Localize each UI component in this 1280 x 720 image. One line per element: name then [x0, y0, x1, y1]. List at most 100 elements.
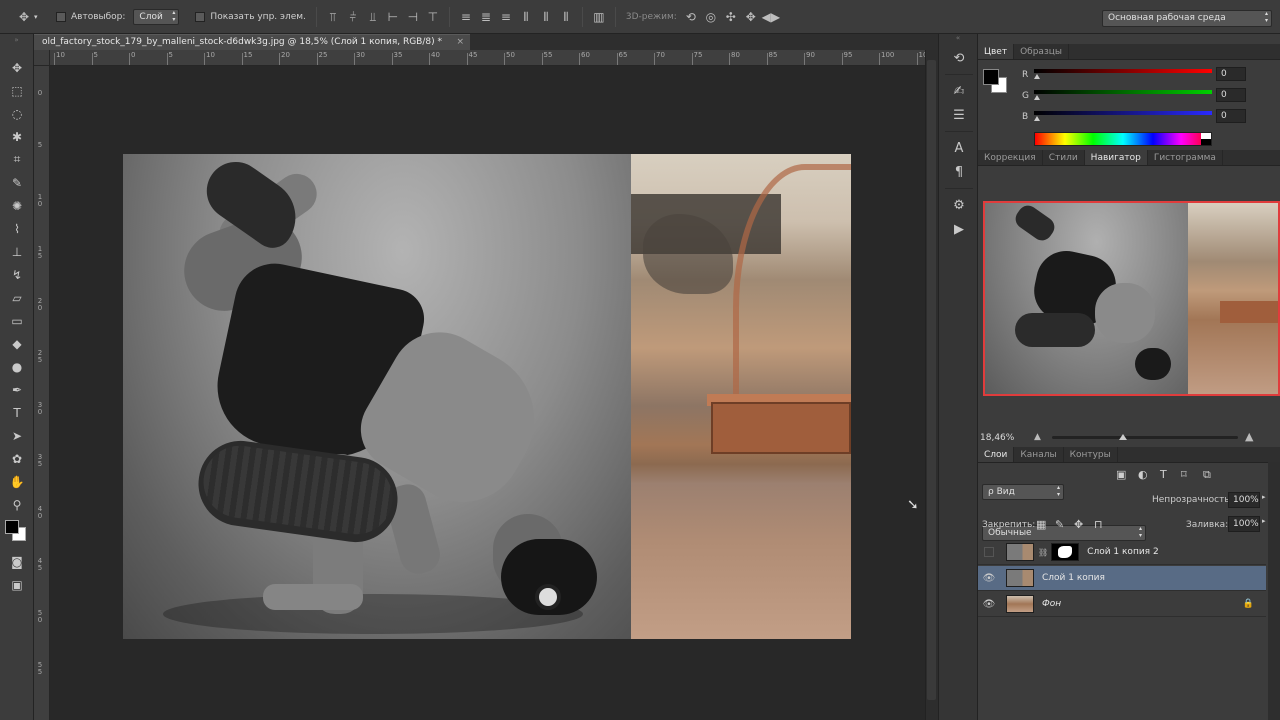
rotate-3d-icon[interactable]: ⟲ — [681, 8, 701, 26]
g-slider-knob[interactable] — [1034, 95, 1040, 100]
opacity-arrow-icon[interactable]: ▸ — [1262, 493, 1266, 501]
filter-adjust-icon[interactable]: ◐ — [1138, 468, 1148, 481]
screen-mode-button[interactable]: ▣ — [0, 573, 34, 596]
zoom-in-icon[interactable]: ▲ — [1245, 430, 1253, 443]
drag-3d-icon[interactable]: ✣ — [721, 8, 741, 26]
layer-filter-dropdown[interactable]: ρ Вид — [982, 484, 1064, 500]
show-controls-checkbox[interactable] — [195, 11, 206, 22]
properties-panel-button[interactable]: ⚙ — [939, 193, 979, 217]
healing-tool[interactable]: ✺ — [0, 194, 34, 217]
lock-pixels-icon[interactable]: ✎ — [1055, 518, 1064, 531]
filter-type-icon[interactable]: T — [1160, 468, 1167, 481]
dodge-tool[interactable]: ● — [0, 355, 34, 378]
eraser-tool[interactable]: ▱ — [0, 286, 34, 309]
b-value[interactable]: 0 — [1216, 109, 1246, 123]
layer-row[interactable]: ⛓ Слой 1 копия 2 — [978, 540, 1266, 565]
blur-tool[interactable]: ◆ — [0, 332, 34, 355]
zoom-out-icon[interactable]: ▲ — [1034, 432, 1041, 442]
tab-layers[interactable]: Слои — [978, 447, 1015, 462]
layer-row-selected[interactable]: 👁 Слой 1 копия — [978, 566, 1266, 591]
lock-position-icon[interactable]: ✥ — [1074, 518, 1083, 531]
filter-shape-icon[interactable]: ⌑ — [1181, 468, 1187, 481]
eye-icon[interactable]: 👁 — [978, 573, 1000, 584]
filter-pixel-icon[interactable]: ▣ — [1116, 468, 1126, 481]
navigator-zoom-knob[interactable] — [1119, 434, 1127, 440]
align-bottom-icon[interactable]: ⫫ — [363, 8, 383, 26]
move-tool-preset[interactable]: ✥ ▾ — [0, 0, 56, 34]
quick-select-tool[interactable]: ✱ — [0, 125, 34, 148]
layer-name[interactable]: Слой 1 копия 2 — [1087, 547, 1159, 557]
lasso-tool[interactable]: ◌ — [0, 102, 34, 125]
g-value[interactable]: 0 — [1216, 88, 1246, 102]
scale-3d-icon[interactable]: ◀▶ — [761, 8, 781, 26]
r-slider-knob[interactable] — [1034, 74, 1040, 79]
brush-tool[interactable]: ⌇ — [0, 217, 34, 240]
tab-paths[interactable]: Контуры — [1064, 447, 1118, 462]
shape-tool[interactable]: ✿ — [0, 447, 34, 470]
auto-align-icon[interactable]: ▥ — [589, 8, 609, 26]
fill-arrow-icon[interactable]: ▸ — [1262, 517, 1266, 525]
tab-styles[interactable]: Стили — [1043, 150, 1085, 165]
b-slider[interactable] — [1034, 111, 1212, 115]
tab-channels[interactable]: Каналы — [1014, 447, 1064, 462]
zoom-tool[interactable]: ⚲ — [0, 493, 34, 516]
navigator-zoom-slider[interactable] — [1052, 436, 1238, 439]
color-swatches[interactable] — [0, 516, 34, 550]
close-tab-button[interactable]: × — [456, 35, 464, 50]
move-tool[interactable]: ✥ — [0, 56, 34, 79]
toolbar-grip[interactable]: » — [0, 34, 33, 56]
document-image[interactable] — [123, 154, 851, 639]
navigator-preview[interactable] — [983, 201, 1280, 396]
lock-all-icon[interactable]: ⊓ — [1094, 518, 1103, 531]
distribute-vcenter-icon[interactable]: ≣ — [476, 8, 496, 26]
ruler-horizontal[interactable]: 10 5 0 5 10 15 20 25 30 35 40 45 50 55 60 65 70 75 80 85 90 9… — [50, 50, 925, 66]
distribute-hcenter-icon[interactable]: ⦀ — [536, 8, 556, 26]
layers-scrollbar[interactable] — [1268, 462, 1280, 720]
layer-mask-thumbnail[interactable] — [1051, 543, 1080, 561]
layer-name[interactable]: Фон — [1042, 599, 1061, 609]
align-hcenter-icon[interactable]: ⊣ — [403, 8, 423, 26]
r-slider[interactable] — [1034, 69, 1212, 73]
brush-panel-button[interactable]: ✍ — [939, 79, 979, 103]
document-tab[interactable]: old_factory_stock_179_by_malleni_stock-d… — [34, 34, 470, 50]
slide-3d-icon[interactable]: ✥ — [741, 8, 761, 26]
paragraph-panel-button[interactable]: ¶ — [939, 160, 979, 184]
r-value[interactable]: 0 — [1216, 67, 1246, 81]
canvas-scroll-thumb[interactable] — [927, 60, 936, 700]
column-grip[interactable]: « — [939, 34, 977, 46]
tab-color[interactable]: Цвет — [978, 44, 1015, 59]
character-panel-button[interactable]: A — [939, 136, 979, 160]
type-tool[interactable]: T — [0, 401, 34, 424]
crop-tool[interactable]: ⌗ — [0, 148, 34, 171]
align-vcenter-icon[interactable]: ⫩ — [343, 8, 363, 26]
actions-panel-button[interactable]: ▶ — [939, 217, 979, 241]
distribute-right-icon[interactable]: ⦀ — [556, 8, 576, 26]
color-spectrum[interactable] — [1034, 132, 1212, 146]
history-brush-tool[interactable]: ↯ — [0, 263, 34, 286]
align-left-icon[interactable]: ⊢ — [383, 8, 403, 26]
ruler-origin[interactable] — [34, 50, 50, 66]
workspace-dropdown[interactable]: Основная рабочая среда — [1102, 10, 1272, 27]
color-foreground-swatch[interactable] — [983, 69, 999, 85]
layer-row[interactable]: 👁 Фон 🔒 — [978, 592, 1266, 617]
gradient-tool[interactable]: ▭ — [0, 309, 34, 332]
marquee-tool[interactable]: ⬚ — [0, 79, 34, 102]
distribute-top-icon[interactable]: ≡ — [456, 8, 476, 26]
history-panel-button[interactable]: ⟲ — [939, 46, 979, 70]
align-top-icon[interactable]: ⫪ — [323, 8, 343, 26]
tab-adjustments[interactable]: Коррекция — [978, 150, 1043, 165]
path-select-tool[interactable]: ➤ — [0, 424, 34, 447]
mask-link-icon[interactable]: ⛓ — [1038, 548, 1048, 557]
quick-mask-button[interactable]: ◙ — [0, 550, 34, 573]
pen-tool[interactable]: ✒ — [0, 378, 34, 401]
eyedropper-tool[interactable]: ✎ — [0, 171, 34, 194]
tab-histogram[interactable]: Гистограмма — [1148, 150, 1223, 165]
b-slider-knob[interactable] — [1034, 116, 1040, 121]
g-slider[interactable] — [1034, 90, 1212, 94]
autoselect-dropdown[interactable]: Слой — [133, 8, 180, 25]
fill-input[interactable]: 100% — [1228, 516, 1260, 532]
ruler-vertical[interactable]: 0 5 10 15 20 25 30 35 40 45 50 55 — [34, 50, 50, 720]
layer-name[interactable]: Слой 1 копия — [1042, 573, 1105, 583]
visibility-toggle[interactable] — [984, 547, 994, 557]
roll-3d-icon[interactable]: ◎ — [701, 8, 721, 26]
